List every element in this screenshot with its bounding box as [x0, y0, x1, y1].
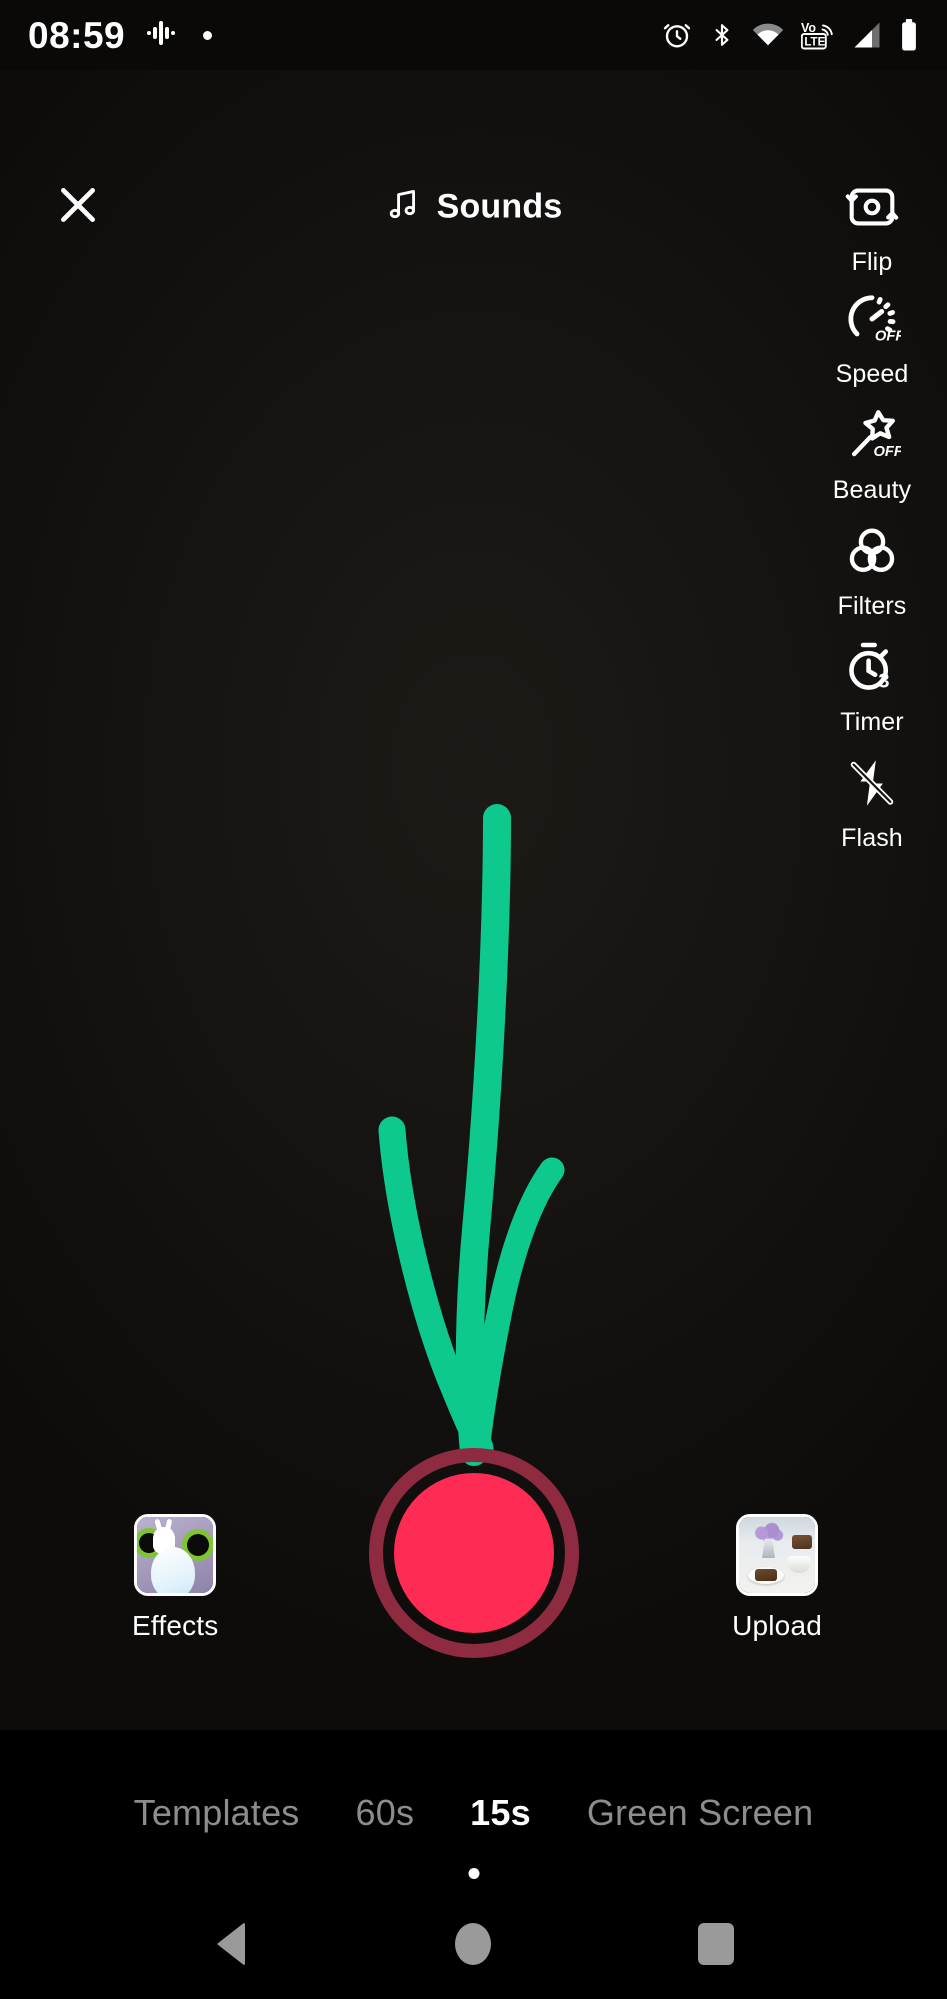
back-triangle-icon: [217, 1922, 245, 1966]
wifi-icon: [752, 22, 784, 48]
page-indicator-dot: [468, 1868, 479, 1879]
gallery-thumbnail: [736, 1514, 818, 1596]
status-bar-clock: 08:59: [28, 17, 125, 54]
close-x-icon: [53, 180, 103, 235]
flash-off-icon: [840, 751, 904, 815]
tool-label-timer: Timer: [840, 708, 903, 737]
mode-tab-15s[interactable]: 15s: [442, 1792, 559, 1834]
tool-timer[interactable]: 3 Timer: [797, 635, 947, 751]
tool-flip[interactable]: Flip: [797, 175, 947, 287]
android-nav-bar: [0, 1889, 947, 1999]
upload-button[interactable]: Upload: [732, 1514, 822, 1642]
tool-filters[interactable]: Filters: [797, 519, 947, 635]
upload-label: Upload: [732, 1610, 822, 1642]
status-bar: 08:59: [0, 0, 947, 70]
nav-recents-button[interactable]: [676, 1904, 756, 1984]
mode-tab-bar: Templates 60s 15s Green Screen: [0, 1767, 947, 1859]
effects-thumbnail: [134, 1514, 216, 1596]
alarm-icon: [662, 20, 692, 50]
tool-speed[interactable]: OFF Speed: [797, 287, 947, 403]
music-note-icon: [385, 187, 421, 228]
camera-flip-icon: [840, 175, 904, 239]
tool-label-flip: Flip: [852, 248, 893, 277]
capture-controls: Effects Upload: [0, 1470, 947, 1730]
svg-text:OFF: OFF: [873, 444, 901, 460]
effects-button[interactable]: Effects: [132, 1514, 218, 1642]
svg-text:3: 3: [878, 670, 889, 692]
nav-back-button[interactable]: [191, 1904, 271, 1984]
home-circle-icon: [455, 1923, 491, 1965]
phone-screen: 08:59: [0, 0, 947, 1999]
magic-wand-icon: OFF: [840, 403, 904, 467]
tool-label-beauty: Beauty: [833, 476, 911, 505]
svg-text:OFF: OFF: [875, 328, 901, 344]
recents-square-icon: [698, 1923, 734, 1965]
assistant-waveform-icon: [147, 18, 181, 53]
tool-beauty[interactable]: OFF Beauty: [797, 403, 947, 519]
mode-tab-green-screen[interactable]: Green Screen: [559, 1792, 842, 1834]
sounds-button[interactable]: Sounds: [385, 187, 563, 228]
notification-dot-icon: [203, 31, 212, 40]
tool-flash[interactable]: Flash: [797, 751, 947, 867]
battery-icon: [899, 19, 919, 51]
camera-tool-sidebar: Flip OFF: [797, 175, 947, 867]
record-core: [394, 1473, 554, 1633]
speedometer-icon: OFF: [840, 287, 904, 351]
mode-tab-60s[interactable]: 60s: [328, 1792, 443, 1834]
volte-icon: Vo LTE: [801, 20, 835, 50]
svg-text:LTE: LTE: [804, 37, 825, 49]
tool-label-filters: Filters: [838, 592, 907, 621]
camera-viewport[interactable]: Sounds Flip: [0, 70, 947, 1730]
tool-label-speed: Speed: [836, 360, 909, 389]
mode-tab-templates[interactable]: Templates: [106, 1792, 328, 1834]
filters-circles-icon: [840, 519, 904, 583]
sounds-label: Sounds: [437, 188, 563, 227]
tool-label-flash: Flash: [841, 824, 903, 853]
cellular-signal-icon: [852, 21, 882, 49]
status-bar-right: Vo LTE: [662, 19, 919, 51]
record-button[interactable]: [369, 1448, 579, 1658]
nav-home-button[interactable]: [433, 1904, 513, 1984]
svg-text:Vo: Vo: [801, 21, 816, 35]
status-bar-left: 08:59: [28, 17, 212, 54]
effects-label: Effects: [132, 1610, 218, 1642]
close-button[interactable]: [46, 175, 110, 239]
stopwatch-icon: 3: [840, 635, 904, 699]
bluetooth-icon: [709, 20, 735, 50]
